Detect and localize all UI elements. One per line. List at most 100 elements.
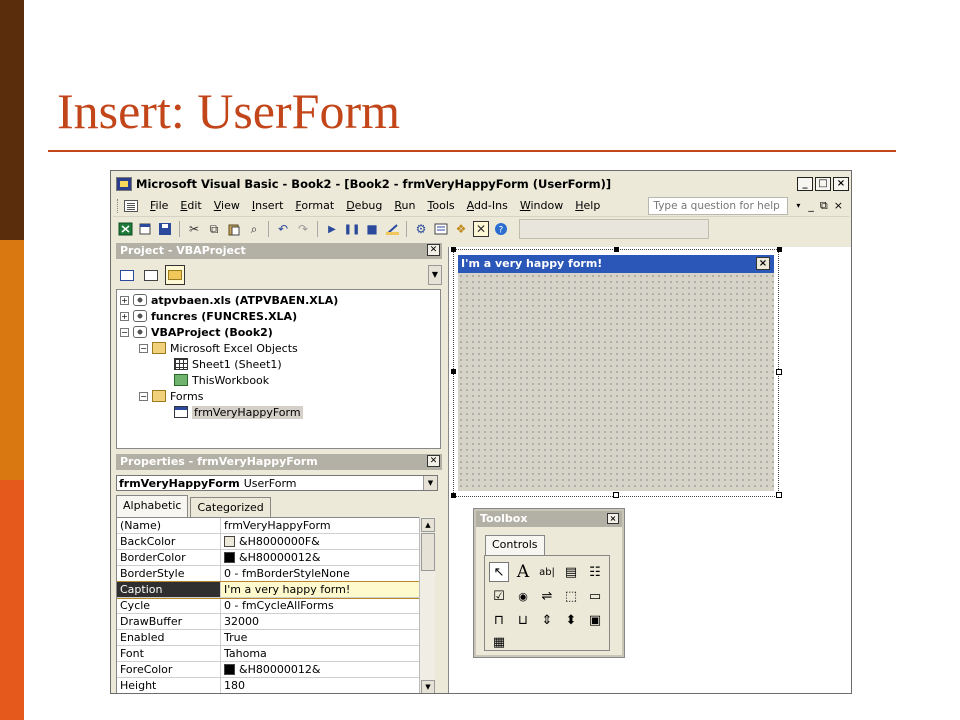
menu-view[interactable]: View bbox=[208, 199, 246, 212]
multipage-tool[interactable]: ⊔ bbox=[513, 610, 533, 630]
insert-module-icon[interactable] bbox=[137, 221, 153, 237]
scrollbar-tool[interactable]: ⇕ bbox=[537, 610, 557, 630]
resize-handle[interactable] bbox=[451, 369, 456, 374]
property-row[interactable]: DrawBuffer 32000 bbox=[117, 614, 433, 630]
resize-handle[interactable] bbox=[613, 492, 619, 498]
property-row[interactable]: (Name) frmVeryHappyForm bbox=[117, 518, 433, 534]
tree-item[interactable]: ThisWorkbook bbox=[174, 372, 269, 388]
project-panel-close-button[interactable]: ✕ bbox=[427, 244, 440, 256]
mdi-restore-button[interactable]: ⧉ bbox=[820, 199, 828, 213]
menubar-grip[interactable] bbox=[117, 198, 120, 213]
resize-handle[interactable] bbox=[777, 247, 782, 252]
scroll-down-icon[interactable]: ▼ bbox=[421, 680, 435, 693]
save-icon[interactable] bbox=[157, 221, 173, 237]
userform-canvas[interactable] bbox=[458, 273, 774, 491]
spinbutton-tool[interactable]: ⬍ bbox=[561, 610, 581, 630]
property-row[interactable]: BackColor &H8000000F& bbox=[117, 534, 433, 550]
toolbox-close-button[interactable]: × bbox=[607, 513, 619, 524]
tree-item[interactable]: − Forms bbox=[139, 388, 203, 404]
properties-panel-close-button[interactable]: ✕ bbox=[427, 455, 440, 467]
copy-icon[interactable]: ⧉ bbox=[206, 221, 222, 237]
resize-handle[interactable] bbox=[776, 369, 782, 375]
tree-item-selected[interactable]: frmVeryHappyForm bbox=[174, 404, 303, 420]
mdi-close-button[interactable]: × bbox=[834, 199, 843, 213]
break-icon[interactable]: ❚❚ bbox=[344, 221, 361, 237]
expand-icon[interactable]: + bbox=[120, 295, 129, 305]
menu-window[interactable]: Window bbox=[514, 199, 569, 212]
toolbox-icon[interactable]: ✕ bbox=[473, 221, 489, 237]
design-mode-icon[interactable] bbox=[384, 221, 400, 237]
chevron-down-icon[interactable]: ▼ bbox=[423, 476, 437, 490]
menu-run[interactable]: Run bbox=[388, 199, 421, 212]
toolbox-titlebar[interactable]: Toolbox × bbox=[476, 511, 622, 527]
property-row[interactable]: BorderStyle 0 - fmBorderStyleNone bbox=[117, 566, 433, 582]
tree-item[interactable]: + atpvbaen.xls (ATPVBAEN.XLA) bbox=[120, 292, 338, 308]
project-scroll-arrow[interactable]: ▼ bbox=[428, 265, 442, 285]
property-row[interactable]: Font Tahoma bbox=[117, 646, 433, 662]
property-row[interactable]: Height 180 bbox=[117, 678, 433, 693]
property-row[interactable]: Cycle 0 - fmCycleAllForms bbox=[117, 598, 433, 614]
toggle-folders-icon[interactable] bbox=[165, 265, 185, 285]
tabstrip-tool[interactable]: ⊓ bbox=[489, 610, 509, 630]
menu-insert[interactable]: Insert bbox=[246, 199, 290, 212]
tab-categorized[interactable]: Categorized bbox=[190, 497, 271, 517]
paste-icon[interactable] bbox=[226, 221, 242, 237]
property-value-input[interactable]: I'm a very happy form! bbox=[224, 582, 350, 597]
undo-icon[interactable]: ↶ bbox=[275, 221, 291, 237]
document-icon[interactable] bbox=[124, 199, 138, 212]
menu-help[interactable]: Help bbox=[569, 199, 606, 212]
menu-edit[interactable]: Edit bbox=[174, 199, 207, 212]
collapse-icon[interactable]: − bbox=[120, 327, 129, 337]
property-row-selected[interactable]: Caption I'm a very happy form! bbox=[117, 581, 433, 599]
excel-icon[interactable] bbox=[117, 221, 133, 237]
ask-question-input[interactable]: Type a question for help bbox=[648, 196, 789, 215]
scroll-thumb[interactable] bbox=[421, 533, 435, 571]
frame-tool[interactable]: ⬚ bbox=[561, 586, 581, 606]
menu-tools[interactable]: Tools bbox=[422, 199, 461, 212]
maximize-button[interactable]: □ bbox=[815, 177, 831, 191]
userform-titlebar[interactable]: I'm a very happy form! × bbox=[458, 255, 774, 273]
menu-add-ins[interactable]: Add-Ins bbox=[461, 199, 514, 212]
mdi-minimize-button[interactable]: _ bbox=[808, 199, 814, 213]
help-icon[interactable]: ? bbox=[493, 221, 509, 237]
run-icon[interactable]: ▶ bbox=[324, 221, 340, 237]
refedit-tool[interactable]: ▦ bbox=[489, 632, 509, 652]
listbox-tool[interactable]: ☷ bbox=[585, 562, 605, 582]
label-tool[interactable]: A bbox=[513, 562, 533, 582]
optionbutton-tool[interactable]: ◉ bbox=[513, 586, 533, 606]
properties-icon[interactable] bbox=[433, 221, 449, 237]
view-object-icon[interactable] bbox=[141, 265, 161, 285]
commandbutton-tool[interactable]: ▭ bbox=[585, 586, 605, 606]
redo-icon[interactable]: ↷ bbox=[295, 221, 311, 237]
menu-debug[interactable]: Debug bbox=[340, 199, 388, 212]
resize-handle[interactable] bbox=[776, 492, 782, 498]
scroll-up-icon[interactable]: ▲ bbox=[421, 518, 435, 532]
project-explorer-icon[interactable]: ⚙ bbox=[413, 221, 429, 237]
resize-handle[interactable] bbox=[451, 493, 456, 498]
resize-handle[interactable] bbox=[614, 247, 619, 252]
cut-icon[interactable]: ✂ bbox=[186, 221, 202, 237]
checkbox-tool[interactable]: ☑ bbox=[489, 586, 509, 606]
tree-item[interactable]: − VBAProject (Book2) bbox=[120, 324, 273, 340]
tab-alphabetic[interactable]: Alphabetic bbox=[116, 495, 189, 517]
tree-item[interactable]: − Microsoft Excel Objects bbox=[139, 340, 298, 356]
vbe-app-icon[interactable] bbox=[116, 177, 132, 191]
userform-close-button[interactable]: × bbox=[756, 257, 770, 270]
image-tool[interactable]: ▣ bbox=[585, 610, 605, 630]
resize-handle[interactable] bbox=[451, 247, 456, 252]
find-icon[interactable]: ⌕ bbox=[246, 221, 262, 237]
property-row[interactable]: Enabled True bbox=[117, 630, 433, 646]
select-objects-tool[interactable]: ↖ bbox=[489, 562, 509, 582]
property-row[interactable]: BorderColor &H80000012& bbox=[117, 550, 433, 566]
properties-scrollbar[interactable]: ▲ ▼ bbox=[419, 517, 435, 693]
tree-item[interactable]: + funcres (FUNCRES.XLA) bbox=[120, 308, 297, 324]
reset-icon[interactable]: ■ bbox=[364, 221, 380, 237]
combobox-tool[interactable]: ▤ bbox=[561, 562, 581, 582]
togglebutton-tool[interactable]: ⇌ bbox=[537, 586, 557, 606]
tree-item[interactable]: Sheet1 (Sheet1) bbox=[174, 356, 282, 372]
menu-file[interactable]: File bbox=[144, 199, 174, 212]
expand-icon[interactable]: + bbox=[120, 311, 129, 321]
tab-controls[interactable]: Controls bbox=[485, 535, 545, 555]
minimize-button[interactable]: _ bbox=[797, 177, 813, 191]
close-button[interactable]: × bbox=[833, 177, 849, 191]
